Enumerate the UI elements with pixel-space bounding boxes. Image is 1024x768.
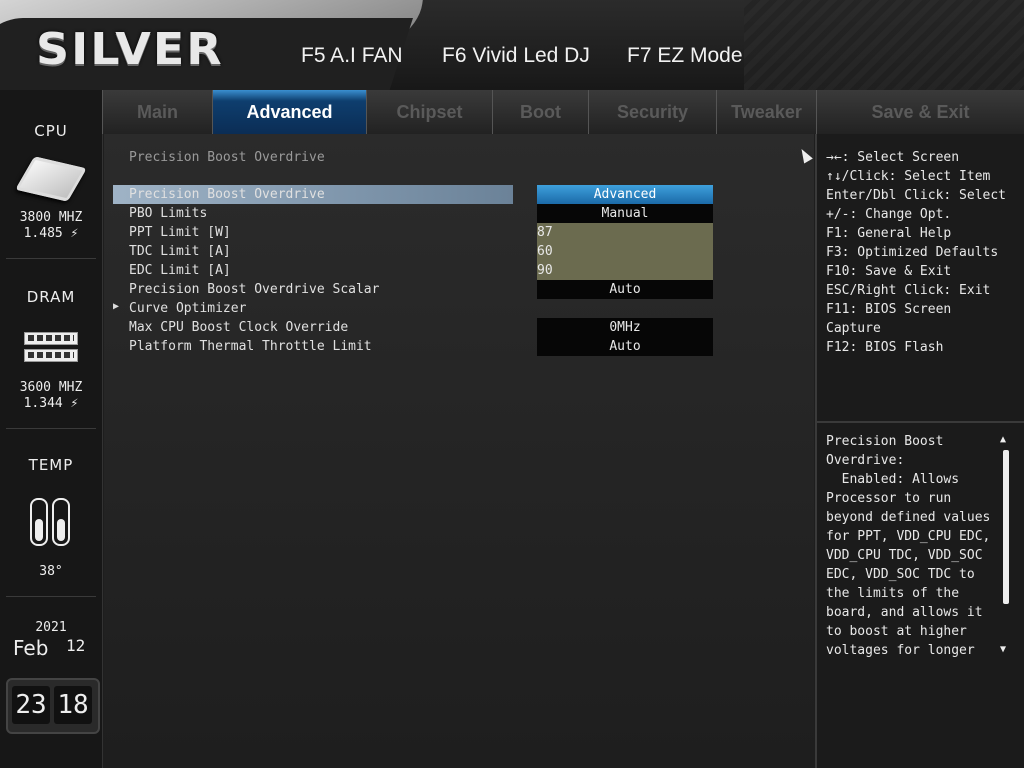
key-legend: →←: Select Screen ↑↓/Click: Select Item … [826,148,1006,357]
help-text: Precision Boost Overdrive: Enabled: Allo… [826,434,991,658]
dram-section: DRAM [0,288,102,306]
tab-security[interactable]: Security [588,90,716,134]
setting-ppt-limit[interactable]: PPT Limit [W] 87 [113,223,805,242]
cpu-frequency: 3800 MHZ [19,210,83,225]
scroll-down-icon[interactable]: ▼ [1000,644,1006,655]
tab-save-exit[interactable]: Save & Exit [816,90,1024,134]
setting-label: TDC Limit [A] [129,244,231,259]
cpu-title: CPU [34,122,68,140]
setting-precision-boost-overdrive[interactable]: Precision Boost Overdrive Advanced [113,185,805,204]
scroll-up-icon[interactable]: ▲ [1000,434,1006,445]
key-hint: Enter/Dbl Click: Select [826,188,1007,203]
setting-value[interactable]: Auto [537,337,713,356]
key-hint: F10: Save & Exit [826,264,952,279]
tab-tweaker[interactable]: Tweaker [716,90,816,134]
submenu-curve-optimizer[interactable]: ▶ Curve Optimizer [113,299,805,318]
cpu-section: CPU [0,122,102,140]
dram-title: DRAM [26,288,76,306]
setting-pbo-scalar[interactable]: Precision Boost Overdrive Scalar Auto [113,280,805,299]
setting-tdc-limit[interactable]: TDC Limit [A] 60 [113,242,805,261]
key-hint: F12: BIOS Flash [826,340,944,355]
dram-voltage: 1.344 ⚡ [23,396,79,411]
page-title: Precision Boost Overdrive [129,150,325,165]
dram-readout: 3600 MHZ 1.344 ⚡ [0,380,102,412]
date-day: 12 [66,636,86,655]
setting-value[interactable]: Manual [537,204,713,223]
key-hint: Capture [826,321,881,336]
setting-max-cpu-boost-clock-override[interactable]: Max CPU Boost Clock Override 0MHz [113,318,805,337]
dram-module-icon [24,349,78,362]
setting-value-input[interactable]: 87 [537,223,713,242]
setting-value[interactable]: Advanced [537,185,713,204]
date-year: 2021 [35,620,67,635]
dram-frequency: 3600 MHZ [19,380,83,395]
time-display: 23 18 [6,678,100,734]
time-hour: 23 [12,686,50,724]
setting-edc-limit[interactable]: EDC Limit [A] 90 [113,261,805,280]
key-hint: →←: Select Screen [826,150,960,165]
settings-panel: Precision Boost Overdrive Precision Boos… [104,134,814,768]
submenu-arrow-icon: ▶ [113,301,120,312]
key-hint: ESC/Right Click: Exit [826,283,991,298]
setting-platform-thermal-throttle-limit[interactable]: Platform Thermal Throttle Limit Auto [113,337,805,356]
temp-value: 38° [39,564,63,579]
time-minute: 18 [54,686,92,724]
tab-boot[interactable]: Boot [492,90,588,134]
temp-title: TEMP [28,456,74,474]
setting-value[interactable]: 0MHz [537,318,713,337]
key-hint: F1: General Help [826,226,952,241]
status-sidebar: CPU 3800 MHZ 1.485 ⚡ DRAM 3600 MHZ 1.344… [0,90,103,768]
hotkey-vivid-led-dj[interactable]: F6 Vivid Led DJ [442,44,590,68]
dram-module-icon [24,332,78,345]
setting-label: Precision Boost Overdrive Scalar [129,282,380,297]
thermometer-icon [52,498,70,546]
cpu-readout: 3800 MHZ 1.485 ⚡ [0,210,102,242]
header: SILVER F5 A.I FAN F6 Vivid Led DJ F7 EZ … [0,0,1024,90]
setting-value-input[interactable]: 60 [537,242,713,261]
help-scrollbar[interactable] [1003,450,1009,604]
cpu-chip-icon [15,156,87,202]
sidebar-divider [6,258,96,259]
tab-bar: Main Advanced Chipset Boot Security Twea… [102,90,1024,134]
setting-label: Max CPU Boost Clock Override [129,320,349,335]
setting-value[interactable]: Auto [537,280,713,299]
tab-advanced[interactable]: Advanced [212,90,366,134]
help-panel: →←: Select Screen ↑↓/Click: Select Item … [815,134,1024,768]
hotkey-bar: F5 A.I FAN F6 Vivid Led DJ F7 EZ Mode [0,44,1024,74]
setting-label: Curve Optimizer [129,301,247,316]
setting-value-input[interactable]: 90 [537,261,713,280]
tab-chipset[interactable]: Chipset [366,90,492,134]
temp-section: TEMP [0,456,102,474]
hotkey-ez-mode[interactable]: F7 EZ Mode [627,44,743,68]
date-month: Feb [13,636,49,660]
panel-divider [817,421,1024,423]
sidebar-divider [6,596,96,597]
mouse-cursor-icon [797,146,813,164]
thermometer-icon [30,498,48,546]
temp-readout: 38° [0,564,102,580]
hotkey-ai-fan[interactable]: F5 A.I FAN [301,44,403,68]
setting-label: Platform Thermal Throttle Limit [129,339,372,354]
sidebar-divider [6,428,96,429]
date-section: 2021 [0,620,102,636]
key-hint: F3: Optimized Defaults [826,245,999,260]
cpu-voltage: 1.485 ⚡ [23,226,79,241]
setting-label: PPT Limit [W] [129,225,231,240]
key-hint: F11: BIOS Screen [826,302,952,317]
key-hint: +/-: Change Opt. [826,207,952,222]
setting-label: PBO Limits [129,206,208,221]
tab-main[interactable]: Main [102,90,212,134]
setting-pbo-limits[interactable]: PBO Limits Manual [113,204,805,223]
setting-label: EDC Limit [A] [129,263,231,278]
key-hint: ↑↓/Click: Select Item [826,169,991,184]
setting-label: Precision Boost Overdrive [129,187,325,202]
